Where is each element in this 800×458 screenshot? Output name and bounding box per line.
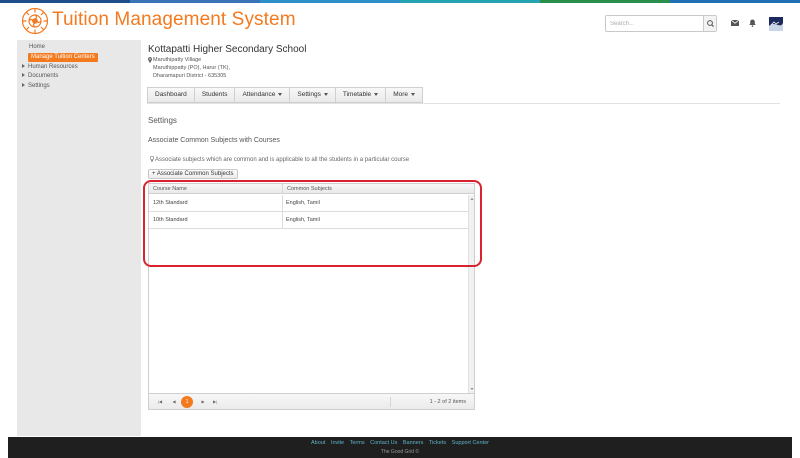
tab-settings[interactable]: Settings	[290, 88, 336, 102]
divider	[147, 103, 780, 104]
app-title: Tuition Management System	[52, 9, 296, 30]
tab-label: Attendance	[242, 91, 276, 98]
tab-label: Settings	[297, 91, 321, 98]
envelope-icon[interactable]	[731, 20, 739, 26]
current-page-button[interactable]: 1	[181, 396, 193, 408]
dropdown-arrow-icon	[323, 92, 328, 96]
search-button[interactable]	[703, 16, 716, 31]
school-name: Kottapatti Higher Secondary School	[148, 44, 307, 55]
footer-link-contact-us[interactable]: Contact Us	[370, 440, 397, 446]
section-title: Settings	[148, 116, 177, 125]
footer-link-support-center[interactable]: Support Center	[452, 440, 489, 446]
app-header: Tuition Management System	[0, 3, 800, 38]
search-box	[605, 15, 717, 32]
sidebar-item-label: Documents	[28, 73, 59, 79]
caret-right-icon	[22, 73, 25, 78]
tab-label: Dashboard	[155, 91, 187, 98]
tab-more[interactable]: More	[386, 88, 422, 102]
last-page-button[interactable]: ▶|	[211, 398, 219, 406]
pager-info: 1 - 2 of 2 items	[429, 399, 466, 405]
sunburst-logo-icon[interactable]	[21, 7, 49, 35]
footer-copyright: The Good Grid ©	[380, 449, 420, 455]
caret-right-icon	[22, 83, 25, 88]
tab-students[interactable]: Students	[195, 88, 236, 102]
search-input[interactable]	[606, 16, 704, 31]
dropdown-arrow-icon	[374, 92, 379, 96]
tab-timetable[interactable]: Timetable	[336, 88, 387, 102]
grid-pager: |◀ ◀ 1 ▶ ▶| 1 - 2 of 2 items	[149, 393, 474, 409]
first-page-button[interactable]: |◀	[156, 398, 164, 406]
highlight-annotation	[143, 180, 482, 267]
tab-attendance[interactable]: Attendance	[235, 88, 291, 102]
school-address-line: Maruthippatty (PO), Harur (TK),	[153, 65, 231, 71]
map-pin-icon	[148, 57, 152, 63]
prev-page-button[interactable]: ◀	[170, 398, 178, 406]
tab-dashboard[interactable]: Dashboard	[148, 88, 195, 102]
school-address-line: Maruthipatty Village	[153, 57, 202, 63]
page-subtitle: Associate Common Subjects with Courses	[148, 137, 280, 144]
bell-icon[interactable]	[749, 19, 756, 27]
hint-label: Associate subjects which are common and …	[155, 157, 410, 163]
tab-label: Students	[201, 91, 228, 98]
footer-link-terms[interactable]: Terms	[350, 440, 365, 446]
footer-link-banners[interactable]: Banners	[403, 440, 424, 446]
next-page-button[interactable]: ▶	[199, 398, 207, 406]
sidebar-item-home[interactable]: Home	[29, 44, 45, 50]
footer-link-invite[interactable]: Invite	[331, 440, 344, 446]
search-icon	[707, 20, 714, 27]
dropdown-arrow-icon	[411, 92, 415, 96]
associate-common-subjects-button[interactable]: + Associate Common Subjects	[148, 169, 238, 179]
footer-links: About Invite Terms Contact Us Banners Ti…	[8, 440, 792, 446]
user-avatar[interactable]	[769, 17, 783, 31]
sidebar-item-human-resources[interactable]: Human Resources	[22, 64, 78, 70]
footer: About Invite Terms Contact Us Banners Ti…	[8, 437, 792, 458]
sidebar: Home Manage Tuition Centers Human Resour…	[17, 40, 141, 436]
tab-label: More	[393, 91, 408, 98]
tab-label: Timetable	[342, 91, 372, 98]
sidebar-item-manage-tuition-centers[interactable]: Manage Tuition Centers	[28, 53, 98, 62]
module-tabbar: Dashboard Students Attendance Settings T…	[147, 87, 423, 103]
caret-right-icon	[22, 64, 25, 69]
dropdown-arrow-icon	[278, 92, 283, 96]
sidebar-item-settings[interactable]: Settings	[22, 83, 50, 89]
hint-text: Associate subjects which are common and …	[149, 155, 410, 163]
school-address-line: Dharamapuri District - 635305	[153, 73, 227, 79]
sidebar-item-documents[interactable]: Documents	[22, 73, 58, 79]
lightbulb-icon	[149, 155, 155, 162]
footer-link-tickets[interactable]: Tickets	[429, 440, 446, 446]
sidebar-item-label: Human Resources	[28, 64, 78, 70]
pager-divider	[390, 397, 391, 407]
sidebar-item-label: Settings	[28, 83, 50, 89]
footer-link-about[interactable]: About	[311, 440, 325, 446]
